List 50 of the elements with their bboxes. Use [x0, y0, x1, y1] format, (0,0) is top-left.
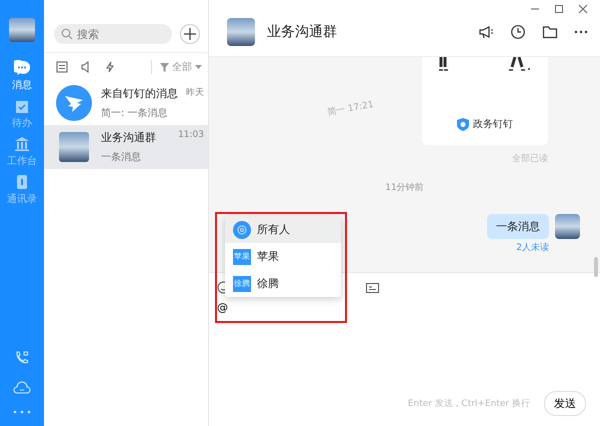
group-photo-placeholder	[227, 18, 255, 46]
avatar-label: 苹果	[233, 248, 251, 264]
brand-name: 政务钉钉	[473, 118, 513, 131]
avatar-photo-placeholder	[555, 214, 580, 239]
caret-icon	[195, 65, 202, 69]
avatar-photo-placeholder	[9, 18, 35, 42]
plus-icon	[184, 28, 196, 40]
mention-item[interactable]: 苹果 苹果	[225, 243, 341, 270]
mention-item[interactable]: 徐腾 徐腾	[225, 270, 341, 297]
send-hint: Enter 发送 , Ctrl+Enter 换行	[408, 398, 530, 410]
watermark-text: 简一 17:21	[326, 99, 375, 119]
list-icon[interactable]	[56, 61, 68, 73]
read-status: 全部已读	[512, 154, 548, 164]
conversation-name: 业务沟通群	[101, 130, 156, 145]
add-button[interactable]	[180, 24, 200, 44]
bank-icon	[14, 136, 30, 152]
contacts-icon	[14, 174, 30, 190]
message-preview: 简一: 一条消息	[101, 106, 169, 120]
more-icon[interactable]	[574, 30, 588, 34]
funnel-icon	[160, 62, 169, 72]
chat-title: 业务沟通群	[267, 23, 337, 41]
message-input[interactable]: @	[217, 301, 317, 314]
cloud-icon[interactable]	[13, 380, 31, 396]
lightning-icon[interactable]	[104, 61, 116, 73]
conversation-time: 11:03	[178, 130, 204, 142]
mention-item[interactable]: 所有人	[225, 216, 341, 243]
contact-card-icon[interactable]	[366, 282, 379, 292]
at-icon	[233, 220, 251, 238]
scrollbar[interactable]	[594, 257, 598, 277]
avatar-label: 徐腾	[233, 276, 251, 292]
send-button[interactable]: 发送	[544, 391, 586, 416]
shield-logo-icon	[457, 118, 469, 130]
megaphone-icon[interactable]	[478, 24, 494, 40]
phone-video-icon[interactable]	[14, 350, 30, 366]
group-photo-placeholder	[59, 132, 89, 162]
conversation-time: 昨天	[186, 86, 204, 100]
conversation-name: 来自钉钉的消息	[101, 86, 178, 101]
conversation-item[interactable]: 来自钉钉的消息 昨天 简一: 一条消息	[44, 81, 208, 125]
message-bubble: 一条消息	[487, 214, 549, 239]
maximize-icon[interactable]	[554, 4, 564, 14]
folder-icon[interactable]	[542, 24, 558, 40]
close-icon[interactable]	[578, 4, 588, 14]
clock-icon[interactable]	[510, 24, 526, 40]
calendar-check-icon	[14, 98, 30, 114]
message-preview: 一条消息	[101, 150, 142, 164]
wing-logo-icon	[56, 85, 92, 121]
conversation-item[interactable]: 业务沟通群 11:03 一条消息	[44, 125, 208, 169]
time-divider: 11分钟前	[385, 183, 424, 193]
chat-icon	[14, 60, 30, 76]
search-field[interactable]: 搜索	[54, 24, 172, 44]
